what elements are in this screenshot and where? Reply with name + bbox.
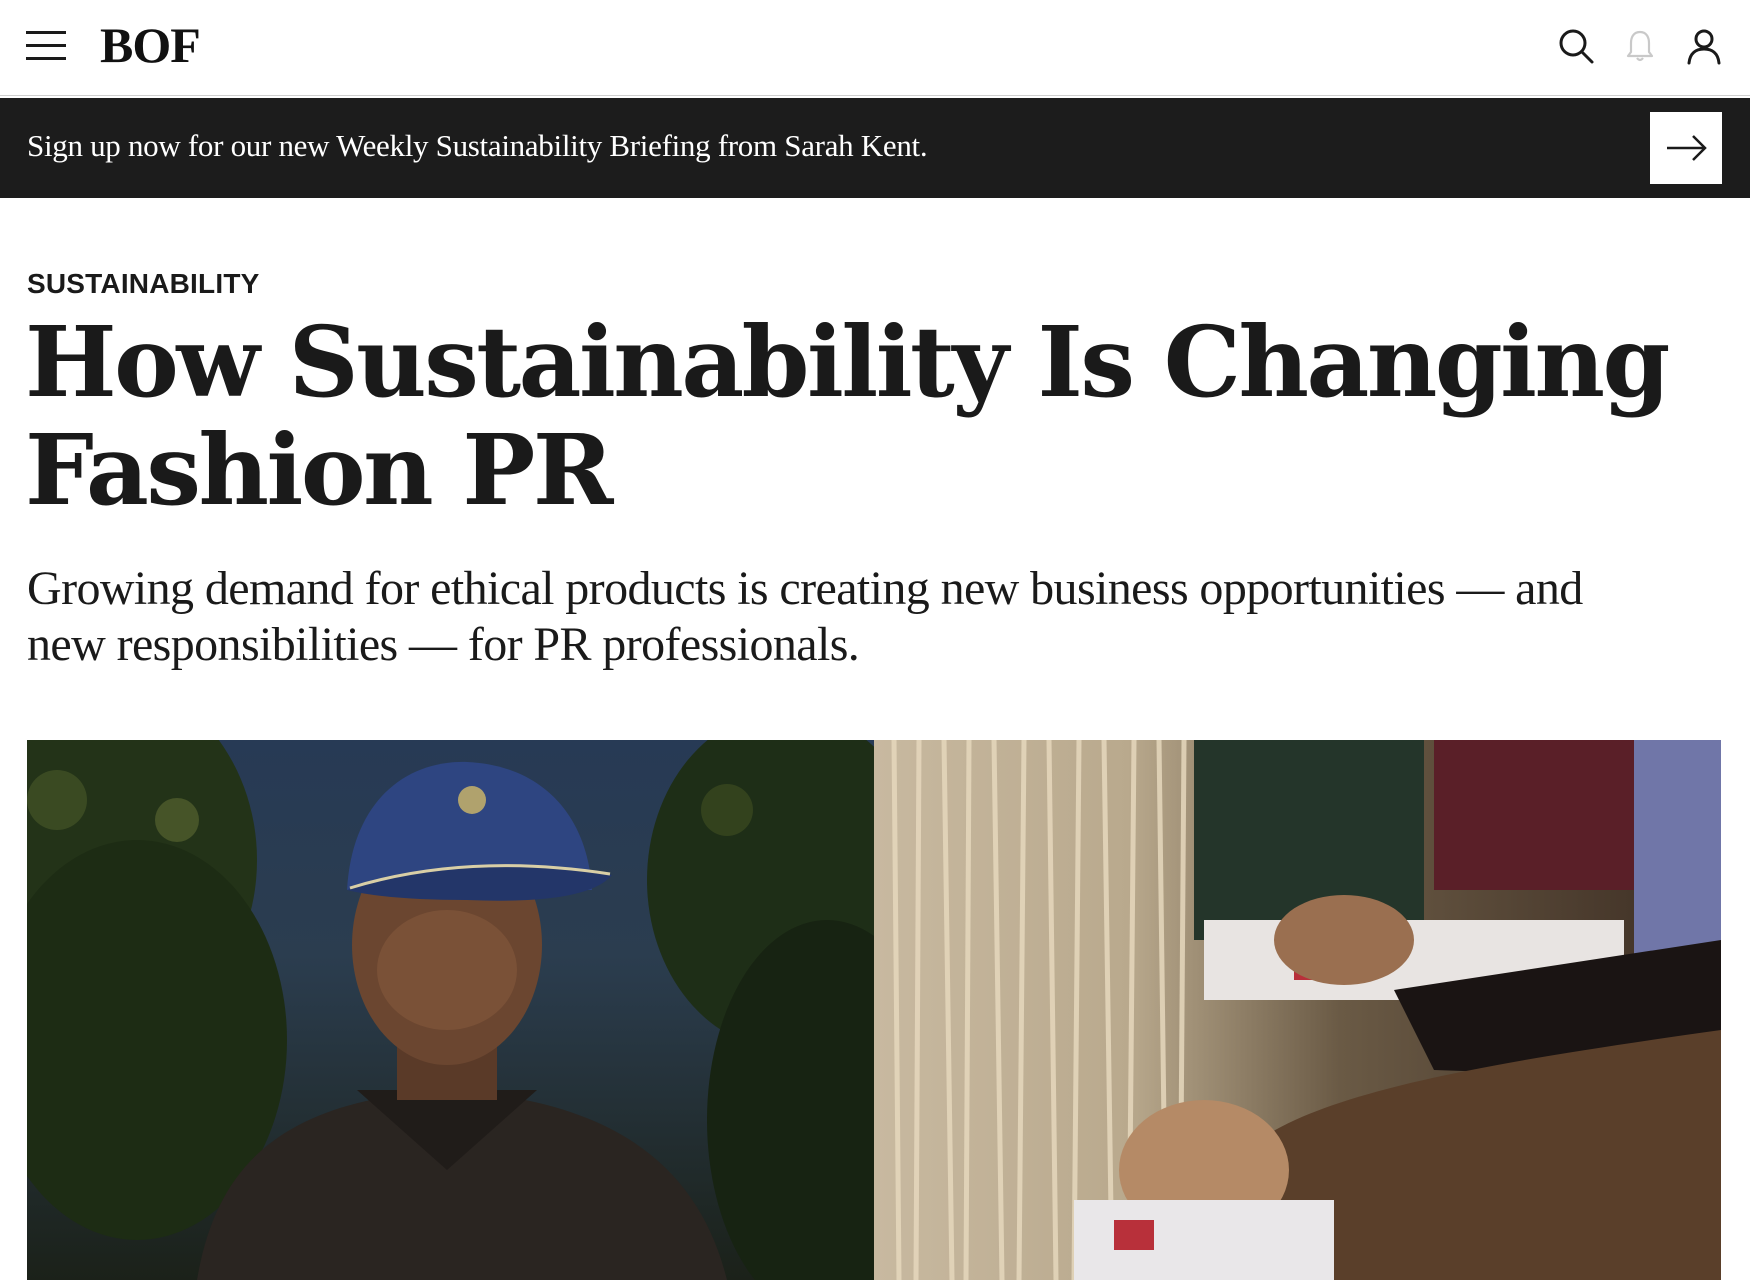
menu-line bbox=[26, 31, 66, 34]
menu-line bbox=[26, 44, 66, 47]
newsletter-signup-link[interactable]: Sign up now for our new Weekly Sustainab… bbox=[27, 128, 928, 164]
subheading-line: new responsibilities — for PR profession… bbox=[27, 618, 860, 671]
menu-line bbox=[26, 57, 66, 60]
article-headline: How Sustainability Is Changing Fashion P… bbox=[25, 308, 1705, 524]
bell-icon[interactable] bbox=[1620, 26, 1660, 66]
newsletter-banner: Sign up now for our new Weekly Sustainab… bbox=[0, 98, 1750, 198]
hero-image bbox=[27, 740, 1721, 1280]
bof-logo[interactable]: BOF bbox=[100, 17, 201, 73]
hero-image-left bbox=[27, 740, 874, 1280]
headline-line: Fashion PR bbox=[25, 413, 613, 527]
category-link[interactable]: SUSTAINABILITY bbox=[27, 268, 260, 300]
user-icon[interactable] bbox=[1684, 26, 1724, 66]
article-subheading: Growing demand for ethical products is c… bbox=[27, 561, 1727, 673]
top-navigation: BOF bbox=[0, 0, 1750, 96]
newsletter-signup-button[interactable] bbox=[1650, 112, 1722, 184]
subheading-line: Growing demand for ethical products is c… bbox=[27, 562, 1583, 615]
arrow-right-icon bbox=[1667, 135, 1707, 161]
headline-line: How Sustainability Is Changing bbox=[25, 305, 1670, 419]
hero-image-right bbox=[874, 740, 1721, 1280]
menu-icon[interactable] bbox=[26, 28, 68, 64]
search-icon[interactable] bbox=[1556, 26, 1596, 66]
